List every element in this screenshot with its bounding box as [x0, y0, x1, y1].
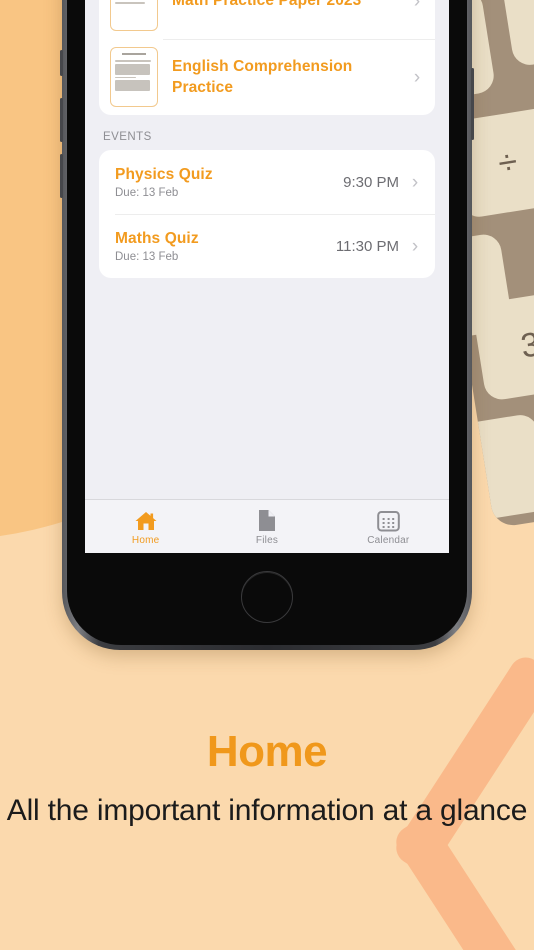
tab-calendar-label: Calendar [367, 534, 410, 546]
event-title: Physics Quiz [115, 165, 213, 183]
file-icon [257, 508, 276, 532]
caption-block: Home All the important information at a … [0, 730, 534, 833]
events-card: Physics Quiz Due: 13 Feb 9:30 PM › Maths… [99, 150, 435, 278]
chevron-right-icon: › [413, 0, 421, 12]
tab-bar: Home Files Calendar [85, 499, 449, 553]
list-item-title: Math Practice Paper 2023 [172, 0, 362, 10]
mute-switch[interactable] [60, 50, 63, 76]
volume-down-button[interactable] [60, 154, 63, 198]
event-due-date: Due: 13 Feb [115, 186, 179, 199]
suggestions-card: Science Practice Paper 2023 › English Co… [99, 0, 435, 115]
event-time: 11:30 PM [335, 237, 399, 255]
section-header-events: EVENTS [103, 131, 152, 143]
event-time: 9:30 PM [343, 173, 399, 191]
tab-home[interactable]: Home [85, 500, 206, 553]
caption-subtitle: All the important information at a glanc… [6, 794, 528, 827]
document-thumbnail-icon [110, 0, 158, 31]
chevron-right-icon: › [411, 171, 419, 193]
home-button[interactable] [241, 571, 293, 623]
chevron-right-icon: › [411, 235, 419, 257]
volume-up-button[interactable] [60, 98, 63, 142]
phone-screen-bezel: SUGGESTIONS Science Practice Paper 2023 … [67, 0, 467, 645]
tab-files[interactable]: Files [206, 500, 327, 553]
event-info: Physics Quiz Due: 13 Feb [115, 166, 343, 199]
list-item-title: English Comprehension Practice [172, 57, 353, 96]
caption-title: Home [206, 727, 328, 776]
power-button[interactable] [471, 68, 474, 140]
tab-home-label: Home [131, 534, 160, 546]
event-title: Maths Quiz [115, 229, 199, 247]
chevron-right-icon: › [413, 66, 421, 88]
list-item[interactable]: Physics Quiz Due: 13 Feb 9:30 PM › [99, 150, 435, 214]
calculator-key [499, 0, 534, 68]
list-item[interactable]: Math Practice Paper 2023 › [99, 0, 435, 39]
document-thumbnail-icon [110, 47, 158, 107]
app-scroll-area[interactable]: SUGGESTIONS Science Practice Paper 2023 … [85, 0, 449, 499]
event-info: Maths Quiz Due: 13 Feb [115, 230, 336, 263]
tab-calendar[interactable]: Calendar [328, 500, 449, 553]
calendar-icon [377, 508, 400, 532]
tab-files-label: Files [255, 534, 279, 546]
phone-screen: SUGGESTIONS Science Practice Paper 2023 … [85, 0, 449, 553]
home-icon [134, 508, 158, 532]
app-root: SUGGESTIONS Science Practice Paper 2023 … [85, 0, 449, 553]
event-due-date: Due: 13 Feb [115, 250, 179, 263]
phone-mockup: SUGGESTIONS Science Practice Paper 2023 … [60, 0, 474, 650]
calculator-key-three: 3 [471, 288, 534, 402]
list-item[interactable]: English Comprehension Practice › [99, 39, 435, 115]
list-item[interactable]: Maths Quiz Due: 13 Feb 11:30 PM › [99, 214, 435, 278]
